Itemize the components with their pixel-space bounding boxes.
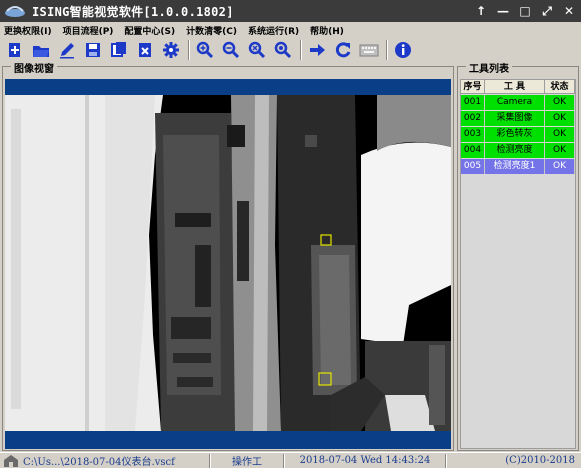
row-tool-name: 检测亮度1 [485, 159, 545, 174]
table-row-selected[interactable]: 005 检测亮度1 OK [461, 159, 575, 174]
delete-icon[interactable] [134, 39, 156, 61]
row-index: 003 [461, 127, 485, 142]
info-icon[interactable] [392, 39, 414, 61]
header-index[interactable]: 序号 [461, 80, 485, 93]
project-file-icon [4, 454, 18, 467]
minimize-icon[interactable]: — [495, 3, 511, 19]
menu-reset-count[interactable]: 计数清零(C) [186, 24, 237, 37]
row-index: 004 [461, 143, 485, 158]
row-status: OK [545, 111, 575, 126]
maximize-icon[interactable]: □ [517, 3, 533, 19]
run-arrow-icon[interactable] [306, 39, 328, 61]
toolbar-separator [188, 40, 190, 60]
menu-system-run[interactable]: 系统运行(R) [248, 24, 299, 37]
image-frame [5, 79, 451, 449]
zoom-reset-icon[interactable] [272, 39, 294, 61]
zoom-out-icon[interactable] [220, 39, 242, 61]
settings-gear-icon[interactable] [160, 39, 182, 61]
edit-icon[interactable] [56, 39, 78, 61]
row-status: OK [545, 127, 575, 142]
window-title: ISING智能视觉软件[1.0.0.1802] [32, 4, 234, 19]
row-tool-name: Camera [485, 95, 545, 110]
menu-project-flow[interactable]: 项目流程(P) [63, 24, 114, 37]
image-window-group: 图像视窗 [2, 60, 454, 451]
table-row[interactable]: 002 采集图像 OK [461, 111, 575, 126]
save-icon[interactable] [82, 39, 104, 61]
pin-up-icon[interactable]: ↑ [473, 3, 489, 19]
title-bar: ISING智能视觉软件[1.0.0.1802] ↑ — □ ⤢ ✕ [0, 0, 581, 22]
status-datetime: 2018-07-04 Wed 14:43:24 [299, 455, 431, 466]
row-tool-name: 彩色转灰 [485, 127, 545, 142]
tool-table: 序号 工 具 状态 001 Camera OK 002 采集图像 OK 003 … [460, 79, 576, 449]
table-row[interactable]: 001 Camera OK [461, 95, 575, 110]
image-window-label: 图像视窗 [11, 60, 57, 75]
toolbar-separator [300, 40, 302, 60]
zoom-in-icon[interactable] [194, 39, 216, 61]
header-tool[interactable]: 工 具 [485, 80, 545, 93]
menu-help[interactable]: 帮助(H) [310, 24, 344, 37]
app-logo-icon [5, 6, 25, 17]
camera-image[interactable] [5, 95, 451, 431]
zoom-fit-icon[interactable] [246, 39, 268, 61]
toolbar [0, 38, 581, 62]
row-status: OK [545, 159, 575, 174]
copy-icon[interactable] [108, 39, 130, 61]
table-row[interactable]: 003 彩色转灰 OK [461, 127, 575, 142]
fullscreen-icon[interactable]: ⤢ [539, 3, 555, 19]
status-copyright: (C)2010-2018 [505, 455, 575, 466]
menu-change-permission[interactable]: 更换权限(I) [4, 24, 52, 37]
status-bar: C:\Us...\2018-07-04仪表台.vscf 操作工 2018-07-… [0, 452, 581, 468]
tool-list-label: 工具列表 [466, 60, 512, 75]
row-status: OK [545, 95, 575, 110]
status-file-path: C:\Us...\2018-07-04仪表台.vscf [23, 457, 175, 468]
toolbar-separator [386, 40, 388, 60]
row-index: 002 [461, 111, 485, 126]
keyboard-icon[interactable] [358, 39, 380, 61]
camera-image-content [5, 95, 451, 431]
row-index: 001 [461, 95, 485, 110]
tool-list-group: 工具列表 序号 工 具 状态 001 Camera OK 002 采集图像 OK… [457, 60, 579, 451]
table-header: 序号 工 具 状态 [461, 80, 575, 94]
refresh-loop-icon[interactable] [332, 39, 354, 61]
menu-config-center[interactable]: 配置中心(S) [124, 24, 175, 37]
row-tool-name: 检测亮度 [485, 143, 545, 158]
status-user-role: 操作工 [232, 457, 262, 468]
row-index: 005 [461, 159, 485, 174]
open-folder-icon[interactable] [30, 39, 52, 61]
close-icon[interactable]: ✕ [561, 3, 577, 19]
menu-bar: 更换权限(I) 项目流程(P) 配置中心(S) 计数清零(C) 系统运行(R) … [0, 22, 581, 38]
new-icon[interactable] [4, 39, 26, 61]
header-status[interactable]: 状态 [545, 80, 575, 93]
row-tool-name: 采集图像 [485, 111, 545, 126]
status-separator [445, 453, 447, 468]
table-row[interactable]: 004 检测亮度 OK [461, 143, 575, 158]
row-status: OK [545, 143, 575, 158]
